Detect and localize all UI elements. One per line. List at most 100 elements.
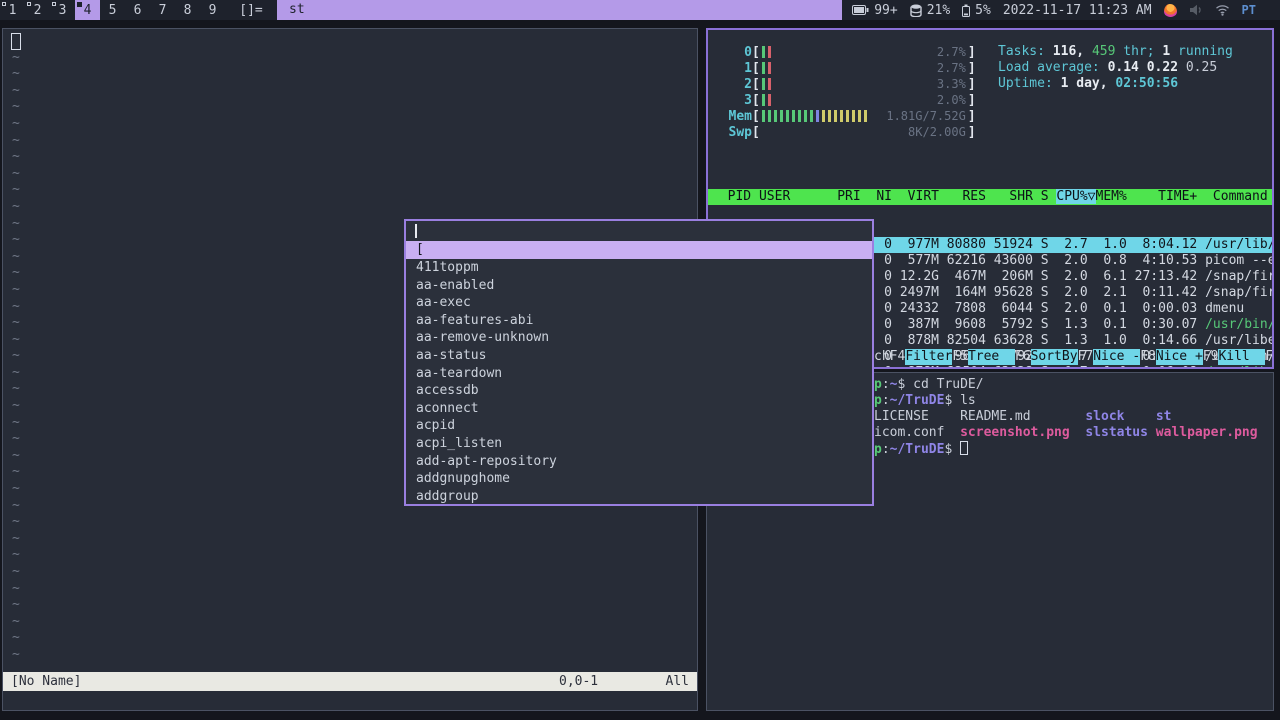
launcher-item[interactable]: accessdb	[406, 382, 872, 400]
summary-text: running	[1170, 44, 1233, 59]
terminal-cursor	[960, 441, 969, 455]
tag-label: 8	[183, 2, 192, 18]
sort-column-cpu[interactable]: CPU%▽	[1056, 189, 1096, 204]
process-command: /usr/bin/	[1205, 317, 1274, 332]
speaker-icon	[1189, 4, 1201, 16]
launcher-item[interactable]: addgroup	[406, 488, 872, 504]
summary-line: Tasks: 116, 459 thr; 1 running	[998, 44, 1233, 60]
workspace-tag-7[interactable]: 7	[150, 0, 175, 20]
meter-label: 2	[744, 76, 752, 92]
workspace-tag-4[interactable]: 4	[75, 0, 100, 20]
workspace-tag-6[interactable]: 6	[125, 0, 150, 20]
meter-value: 3.3%	[936, 77, 966, 91]
meter-tick	[767, 62, 771, 74]
launcher-item[interactable]: acpi_listen	[406, 435, 872, 453]
fkey-label[interactable]: Kill	[1218, 349, 1266, 365]
workspace-tag-5[interactable]: 5	[100, 0, 125, 20]
fkey-label[interactable]: Nice +	[1155, 349, 1203, 365]
wifi-icon	[1215, 5, 1229, 16]
meter-close-bracket: ]	[967, 124, 976, 140]
fkey-label[interactable]: Nice -	[1093, 349, 1141, 365]
header-left: PID USER PRI NI VIRT RES SHR S	[712, 189, 1057, 204]
meter-tick	[761, 94, 765, 106]
htop-table-header[interactable]: PID USER PRI NI VIRT RES SHR S CPU%▽MEM%…	[708, 189, 1272, 205]
launcher-item[interactable]: aa-teardown	[406, 365, 872, 383]
process-command: /usr/libe	[1205, 365, 1272, 367]
vim-ruler: 0,0-1	[559, 674, 599, 689]
tag-label: 4	[83, 2, 92, 18]
meter-tick	[761, 46, 765, 58]
fkey-key[interactable]: F7	[1078, 349, 1094, 365]
process-command: /snap/fir	[1205, 285, 1274, 300]
meter-open-bracket: [	[752, 60, 760, 76]
terminal-text: st	[1155, 409, 1172, 424]
meter-tick	[863, 110, 867, 122]
terminal-text: :	[881, 393, 890, 408]
process-command: /usr/libe	[1205, 333, 1274, 348]
terminal-text: :	[881, 442, 890, 457]
meter-tick	[833, 110, 837, 122]
fkey-label[interactable]: Tree	[967, 349, 1015, 365]
fkey-key[interactable]: F4	[890, 349, 906, 365]
tag-label: 3	[58, 2, 67, 18]
launcher-item[interactable]: aa-exec	[406, 294, 872, 312]
tag-label: 2	[33, 2, 42, 18]
workspace-tag-1[interactable]: 1	[0, 0, 25, 20]
vim-statusline: [No Name] 0,0-1 All	[3, 672, 697, 691]
launcher-item[interactable]: add-apt-repository	[406, 453, 872, 471]
terminal-text: $ ls	[944, 393, 976, 408]
launcher-item[interactable]: aa-status	[406, 347, 872, 365]
meter-tick	[767, 110, 771, 122]
meter-open-bracket: [	[752, 108, 760, 124]
launcher-item[interactable]: aa-remove-unknown	[406, 329, 872, 347]
fkey-label[interactable]: Filter	[905, 349, 953, 365]
fkey-label[interactable]: SortBy	[1030, 349, 1078, 365]
fkey-key[interactable]: F8	[1140, 349, 1156, 365]
launcher-item[interactable]: aconnect	[406, 400, 872, 418]
vim-filename: [No Name]	[11, 674, 82, 689]
keyboard-layout[interactable]: PT	[1242, 3, 1256, 17]
process-command: /snap/fir	[1205, 269, 1274, 284]
status-segments: 99+ 21% 5% 2022-11-17 11:23 AM PT	[842, 0, 1280, 20]
meter-1: 1[2.7%]	[716, 60, 975, 76]
terminal-text: p	[874, 393, 882, 408]
launcher-input[interactable]	[406, 221, 872, 241]
summary-line: Uptime: 1 day, 02:50:56	[998, 76, 1233, 92]
launcher-item[interactable]: addgnupghome	[406, 470, 872, 488]
terminal-line: icom.conf screenshot.png slstatus wallpa…	[874, 425, 1258, 441]
meter-tick	[767, 46, 771, 58]
disk-icon	[909, 4, 922, 17]
tag-label: 7	[158, 2, 167, 18]
launcher-item[interactable]: acpid	[406, 417, 872, 435]
meter-tick	[797, 110, 801, 122]
fkey-key[interactable]: F5	[952, 349, 968, 365]
terminal-text: p	[874, 377, 882, 392]
launcher-item[interactable]: 411toppm	[406, 259, 872, 277]
workspace-tag-8[interactable]: 8	[175, 0, 200, 20]
launcher-selected-item[interactable]: [	[406, 241, 872, 259]
battery-vertical-icon	[962, 4, 971, 17]
summary-line: Load average: 0.14 0.22 0.25	[998, 60, 1233, 76]
fkey-key[interactable]: F6	[1015, 349, 1031, 365]
meter-close-bracket: ]	[967, 108, 976, 124]
fkey-key[interactable]: F1	[1265, 349, 1272, 365]
workspace-tag-2[interactable]: 2	[25, 0, 50, 20]
workspace-tag-9[interactable]: 9	[200, 0, 225, 20]
meter-label: 0	[744, 44, 752, 60]
launcher-item[interactable]: aa-features-abi	[406, 312, 872, 330]
tag-occupied-indicator	[77, 2, 82, 7]
htop-summary: Tasks: 116, 459 thr; 1 running Load avera…	[998, 44, 1233, 92]
workspace-tag-3[interactable]: 3	[50, 0, 75, 20]
layout-indicator[interactable]: []=	[229, 3, 273, 18]
launcher-window[interactable]: [ 411toppm aa-enabled aa-exec aa-features-a…	[404, 219, 874, 506]
launcher-item[interactable]: aa-enabled	[406, 277, 872, 295]
meter-tick	[857, 110, 861, 122]
tag-occupied-indicator	[27, 2, 31, 6]
meter-tick	[761, 78, 765, 90]
fkey-key[interactable]: F9	[1203, 349, 1219, 365]
meter-close-bracket: ]	[967, 76, 976, 92]
meter-tick	[851, 110, 855, 122]
status-bar: 123456789 []= st 99+ 21% 5% 2022-11-17 1…	[0, 0, 1280, 20]
